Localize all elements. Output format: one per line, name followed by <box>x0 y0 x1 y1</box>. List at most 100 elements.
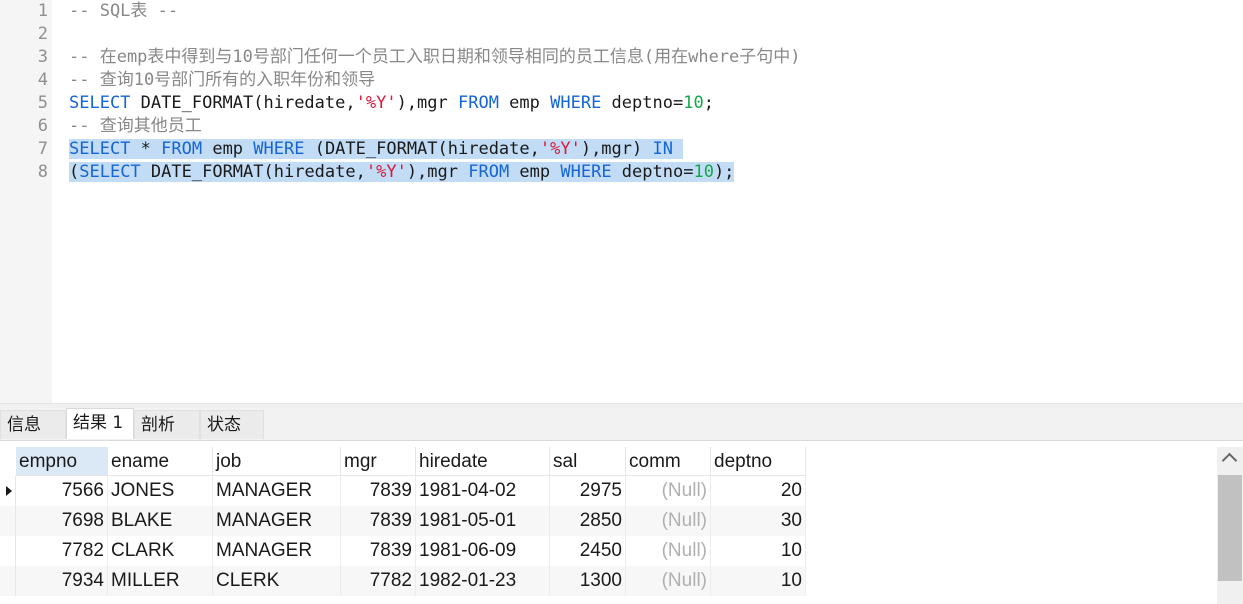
cell-mgr[interactable]: 7839 <box>341 536 416 566</box>
column-header-job[interactable]: job <box>213 447 341 476</box>
keyword: FROM <box>457 93 499 113</box>
keyword: IN <box>652 139 673 159</box>
table-row[interactable]: 7782 CLARK MANAGER 7839 1981-06-09 2450 … <box>0 536 806 566</box>
keyword: WHERE <box>550 93 602 113</box>
code-token: deptno= <box>601 93 684 113</box>
number-literal: 10 <box>683 93 704 113</box>
code-token: ),mgr <box>406 162 469 182</box>
cell-deptno[interactable]: 30 <box>711 506 806 536</box>
keyword: FROM <box>161 139 203 159</box>
code-token: DATE_FORMAT(hiredate, <box>140 93 356 113</box>
cell-ename[interactable]: MILLER <box>108 566 213 596</box>
cell-comm[interactable]: (Null) <box>626 566 711 596</box>
code-token: * <box>130 139 162 159</box>
result-grid[interactable]: empno ename job mgr hiredate sal comm de… <box>0 441 1215 604</box>
code-line-3: -- 在emp表中得到与10号部门任何一个员工入职日期和领导相同的员工信息(用在… <box>69 47 801 67</box>
code-token: ; <box>703 93 714 113</box>
tab-status[interactable]: 状态 <box>200 410 264 439</box>
cell-mgr[interactable]: 7839 <box>341 506 416 536</box>
number-literal: 10 <box>693 162 714 182</box>
code-line-7: SELECT * FROM emp WHERE (DATE_FORMAT(hir… <box>69 138 684 161</box>
keyword: WHERE <box>253 139 305 159</box>
keyword: SELECT <box>69 139 131 159</box>
line-number-gutter: 1 2 3 4 5 6 7 8 <box>0 0 52 403</box>
cell-job[interactable]: MANAGER <box>213 536 341 566</box>
cell-sal[interactable]: 2975 <box>550 476 626 506</box>
keyword: FROM <box>468 162 510 182</box>
cell-comm[interactable]: (Null) <box>626 476 711 506</box>
code-token: ),mgr <box>396 93 458 113</box>
column-header-hiredate[interactable]: hiredate <box>416 447 550 476</box>
cell-job[interactable]: MANAGER <box>213 506 341 536</box>
code-line-6: -- 查询其他员工 <box>69 116 202 136</box>
column-header-ename[interactable]: ename <box>108 447 213 476</box>
scrollbar-thumb[interactable] <box>1218 475 1242 581</box>
code-token: emp <box>509 162 561 182</box>
tab-profile[interactable]: 剖析 <box>134 410 200 439</box>
table-row[interactable]: 7934 MILLER CLERK 7782 1982-01-23 1300 (… <box>0 566 806 596</box>
cell-deptno[interactable]: 10 <box>711 536 806 566</box>
cell-job[interactable]: MANAGER <box>213 476 341 506</box>
cell-deptno[interactable]: 10 <box>711 566 806 596</box>
cell-empno[interactable]: 7698 <box>16 506 108 536</box>
keyword: WHERE <box>560 162 612 182</box>
cell-empno[interactable]: 7566 <box>16 476 108 506</box>
result-tabs: 信息 结果 1 剖析 状态 <box>0 408 1243 441</box>
code-token: emp <box>202 139 254 159</box>
code-token: (DATE_FORMAT(hiredate, <box>304 139 540 159</box>
cell-ename[interactable]: JONES <box>108 476 213 506</box>
tab-info[interactable]: 信息 <box>0 410 66 439</box>
line-number: 2 <box>37 24 48 44</box>
scroll-up-button[interactable] <box>1217 447 1243 473</box>
code-line-8: (SELECT DATE_FORMAT(hiredate,'%Y'),mgr F… <box>69 161 735 184</box>
code-token: ); <box>713 162 735 182</box>
code-token: deptno= <box>611 162 694 182</box>
string-literal: '%Y' <box>355 93 397 113</box>
cell-deptno[interactable]: 20 <box>711 476 806 506</box>
row-indicator <box>0 536 16 566</box>
row-indicator <box>0 506 16 536</box>
code-line-1: -- SQL表 -- <box>69 1 179 21</box>
cell-sal[interactable]: 1300 <box>550 566 626 596</box>
keyword: SELECT <box>69 93 131 113</box>
line-number: 6 <box>37 116 48 136</box>
cell-sal[interactable]: 2850 <box>550 506 626 536</box>
cell-hiredate[interactable]: 1981-05-01 <box>416 506 550 536</box>
cell-hiredate[interactable]: 1982-01-23 <box>416 566 550 596</box>
code-token: emp <box>498 93 551 113</box>
string-literal: '%Y' <box>365 162 407 182</box>
cell-ename[interactable]: CLARK <box>108 536 213 566</box>
line-number: 4 <box>37 70 48 90</box>
column-header-deptno[interactable]: deptno <box>711 447 806 476</box>
column-header-mgr[interactable]: mgr <box>341 447 416 476</box>
code-line-4: -- 查询10号部门所有的入职年份和领导 <box>69 70 376 90</box>
column-header-comm[interactable]: comm <box>626 447 711 476</box>
cell-empno[interactable]: 7934 <box>16 566 108 596</box>
current-row-arrow-icon <box>6 486 12 496</box>
cell-hiredate[interactable]: 1981-04-02 <box>416 476 550 506</box>
column-header-empno[interactable]: empno <box>16 447 108 476</box>
string-literal: '%Y' <box>539 139 581 159</box>
cell-comm[interactable]: (Null) <box>626 506 711 536</box>
chevron-up-icon <box>1221 452 1238 469</box>
cell-job[interactable]: CLERK <box>213 566 341 596</box>
code-token: DATE_FORMAT(hiredate, <box>150 162 366 182</box>
line-number: 1 <box>37 1 48 21</box>
line-number: 3 <box>37 47 48 67</box>
cell-mgr[interactable]: 7782 <box>341 566 416 596</box>
code-token: ( <box>69 162 80 182</box>
cell-hiredate[interactable]: 1981-06-09 <box>416 536 550 566</box>
sql-editor[interactable]: 1 2 3 4 5 6 7 8 -- SQL表 -- -- 在emp表中得到与1… <box>0 0 1243 403</box>
code-line-5: SELECT DATE_FORMAT(hiredate,'%Y'),mgr FR… <box>69 92 714 115</box>
cell-mgr[interactable]: 7839 <box>341 476 416 506</box>
cell-ename[interactable]: BLAKE <box>108 506 213 536</box>
cell-empno[interactable]: 7782 <box>16 536 108 566</box>
column-header-sal[interactable]: sal <box>550 447 626 476</box>
tab-result-1[interactable]: 结果 1 <box>66 408 134 439</box>
line-number: 7 <box>37 139 48 159</box>
cell-comm[interactable]: (Null) <box>626 536 711 566</box>
table-row[interactable]: 7698 BLAKE MANAGER 7839 1981-05-01 2850 … <box>0 506 806 536</box>
table-row[interactable]: 7566 JONES MANAGER 7839 1981-04-02 2975 … <box>0 476 806 506</box>
cell-sal[interactable]: 2450 <box>550 536 626 566</box>
vertical-scrollbar[interactable] <box>1217 447 1243 604</box>
